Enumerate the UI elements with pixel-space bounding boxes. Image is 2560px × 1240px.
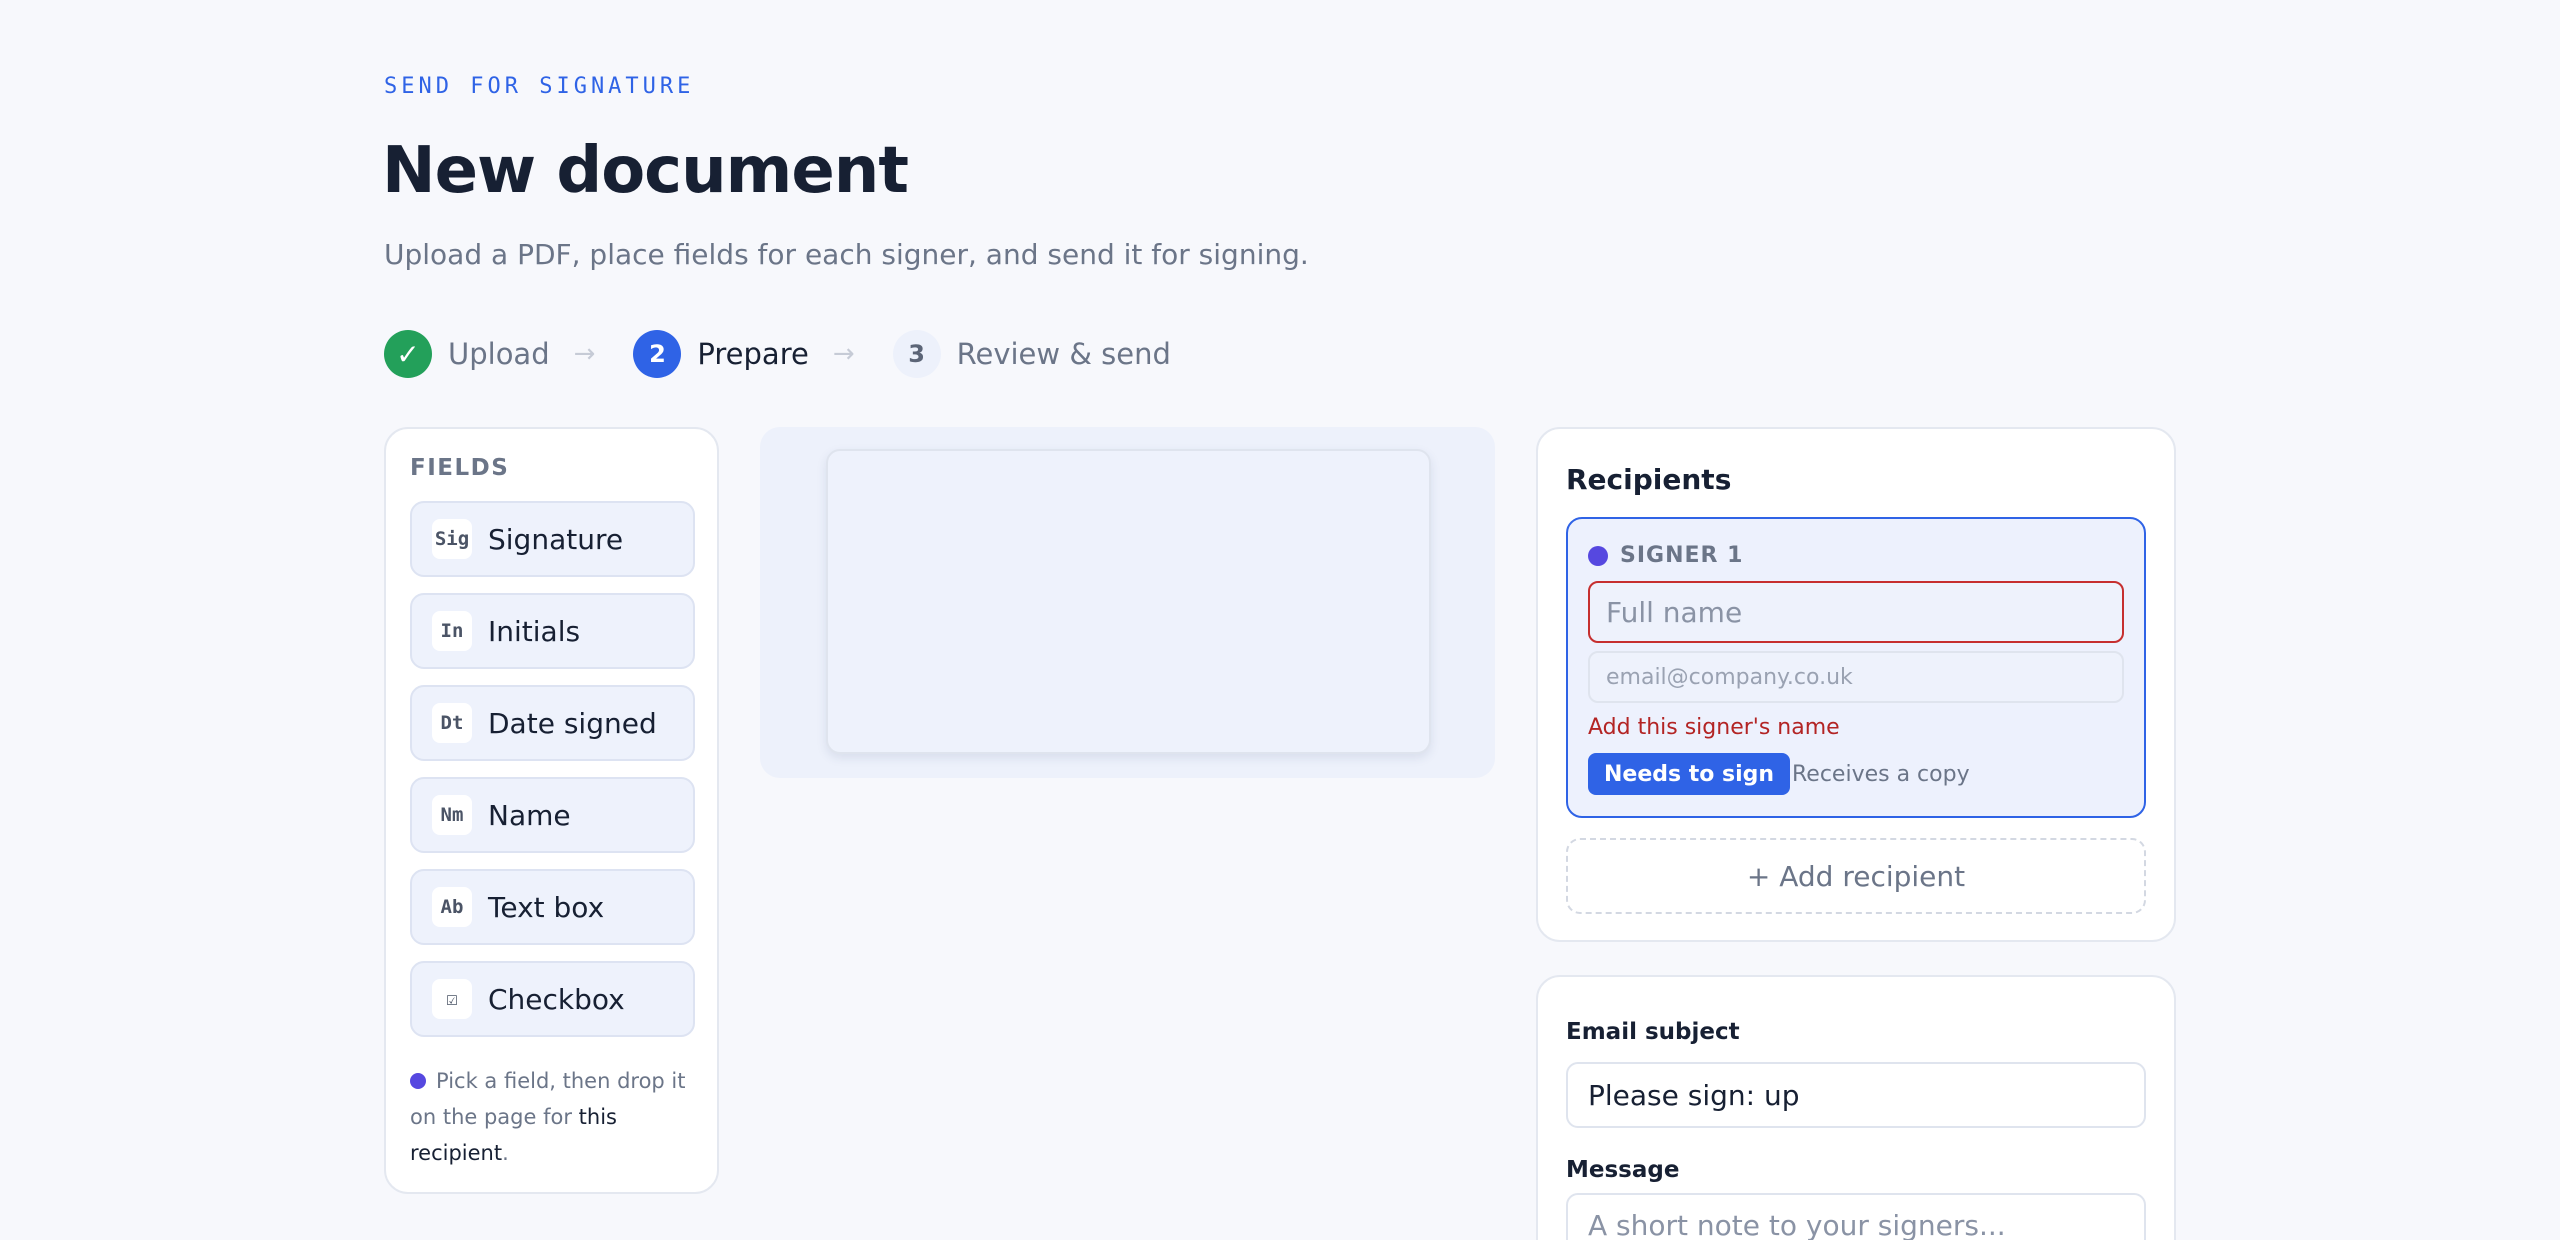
send-for-signature-page: SEND FOR SIGNATURE New document Upload a… bbox=[0, 0, 2560, 1240]
field-label: Checkbox bbox=[488, 982, 625, 1016]
fields-heading: FIELDS bbox=[410, 455, 510, 481]
date-icon: Dt bbox=[432, 703, 472, 743]
signer-color-dot-icon bbox=[1588, 545, 1608, 566]
email-panel: Email subject Message bbox=[1536, 975, 2176, 1240]
progress-stepper: ✓ Upload → 2 Prepare → 3 Review & send bbox=[384, 329, 1171, 379]
field-signature[interactable]: Sig Signature bbox=[410, 501, 695, 577]
field-label: Signature bbox=[488, 522, 624, 556]
arrow-right-icon: → bbox=[832, 339, 855, 369]
document-page[interactable] bbox=[826, 449, 1431, 754]
field-label: Initials bbox=[488, 614, 581, 648]
field-label: Text box bbox=[488, 890, 605, 924]
field-text-box[interactable]: Ab Text box bbox=[410, 869, 695, 945]
signer-name-input[interactable] bbox=[1588, 581, 2124, 643]
page-title: New document bbox=[382, 134, 909, 208]
arrow-right-icon: → bbox=[573, 339, 596, 369]
signer-label: SIGNER 1 bbox=[1620, 543, 1744, 568]
recipient-color-dot-icon bbox=[410, 1073, 426, 1089]
document-canvas[interactable] bbox=[760, 427, 1495, 778]
page-subtitle: Upload a PDF, place fields for each sign… bbox=[384, 238, 1309, 271]
step-label: Prepare bbox=[697, 337, 809, 371]
step-label: Review & send bbox=[956, 337, 1171, 371]
signer-email-input[interactable] bbox=[1588, 651, 2124, 703]
fields-panel: FIELDS Sig Signature In Initials Dt Date… bbox=[384, 427, 719, 1194]
email-subject-input[interactable] bbox=[1566, 1062, 2146, 1128]
signer-header: SIGNER 1 bbox=[1588, 543, 1743, 568]
tip-text: Pick a field, then drop it on the page f… bbox=[410, 1069, 686, 1129]
field-initials[interactable]: In Initials bbox=[410, 593, 695, 669]
name-error-message: Add this signer's name bbox=[1588, 715, 1840, 740]
field-tip: Pick a field, then drop it on the page f… bbox=[410, 1063, 700, 1171]
check-icon: ✓ bbox=[384, 330, 432, 378]
field-label: Date signed bbox=[488, 706, 657, 740]
add-recipient-button[interactable]: + Add recipient bbox=[1566, 838, 2146, 914]
step-prepare[interactable]: 2 Prepare bbox=[633, 330, 809, 378]
role-needs-to-sign-button[interactable]: Needs to sign bbox=[1588, 753, 1791, 795]
step-upload[interactable]: ✓ Upload bbox=[384, 330, 550, 378]
field-date-signed[interactable]: Dt Date signed bbox=[410, 685, 695, 761]
text-box-icon: Ab bbox=[432, 887, 472, 927]
name-icon: Nm bbox=[432, 795, 472, 835]
email-subject-label: Email subject bbox=[1566, 1019, 1740, 1045]
step-review-send[interactable]: 3 Review & send bbox=[892, 330, 1171, 378]
initials-icon: In bbox=[432, 611, 472, 651]
step-number: 3 bbox=[892, 330, 941, 378]
field-checkbox[interactable]: ☑ Checkbox bbox=[410, 961, 695, 1037]
field-label: Name bbox=[488, 798, 571, 832]
step-number: 2 bbox=[633, 330, 682, 378]
recipients-title: Recipients bbox=[1566, 463, 1732, 496]
checkbox-icon: ☑ bbox=[432, 979, 472, 1019]
message-input[interactable] bbox=[1566, 1193, 2146, 1240]
signature-icon: Sig bbox=[432, 519, 472, 559]
tip-end: . bbox=[502, 1141, 509, 1165]
field-name[interactable]: Nm Name bbox=[410, 777, 695, 853]
recipients-panel: Recipients SIGNER 1 Add this signer's na… bbox=[1536, 427, 2176, 942]
role-receives-copy-button[interactable]: Receives a copy bbox=[1784, 753, 1978, 795]
signer-card[interactable]: SIGNER 1 Add this signer's name Needs to… bbox=[1566, 517, 2146, 818]
page-eyebrow: SEND FOR SIGNATURE bbox=[384, 74, 695, 99]
message-label: Message bbox=[1566, 1157, 1680, 1183]
step-label: Upload bbox=[448, 337, 550, 371]
